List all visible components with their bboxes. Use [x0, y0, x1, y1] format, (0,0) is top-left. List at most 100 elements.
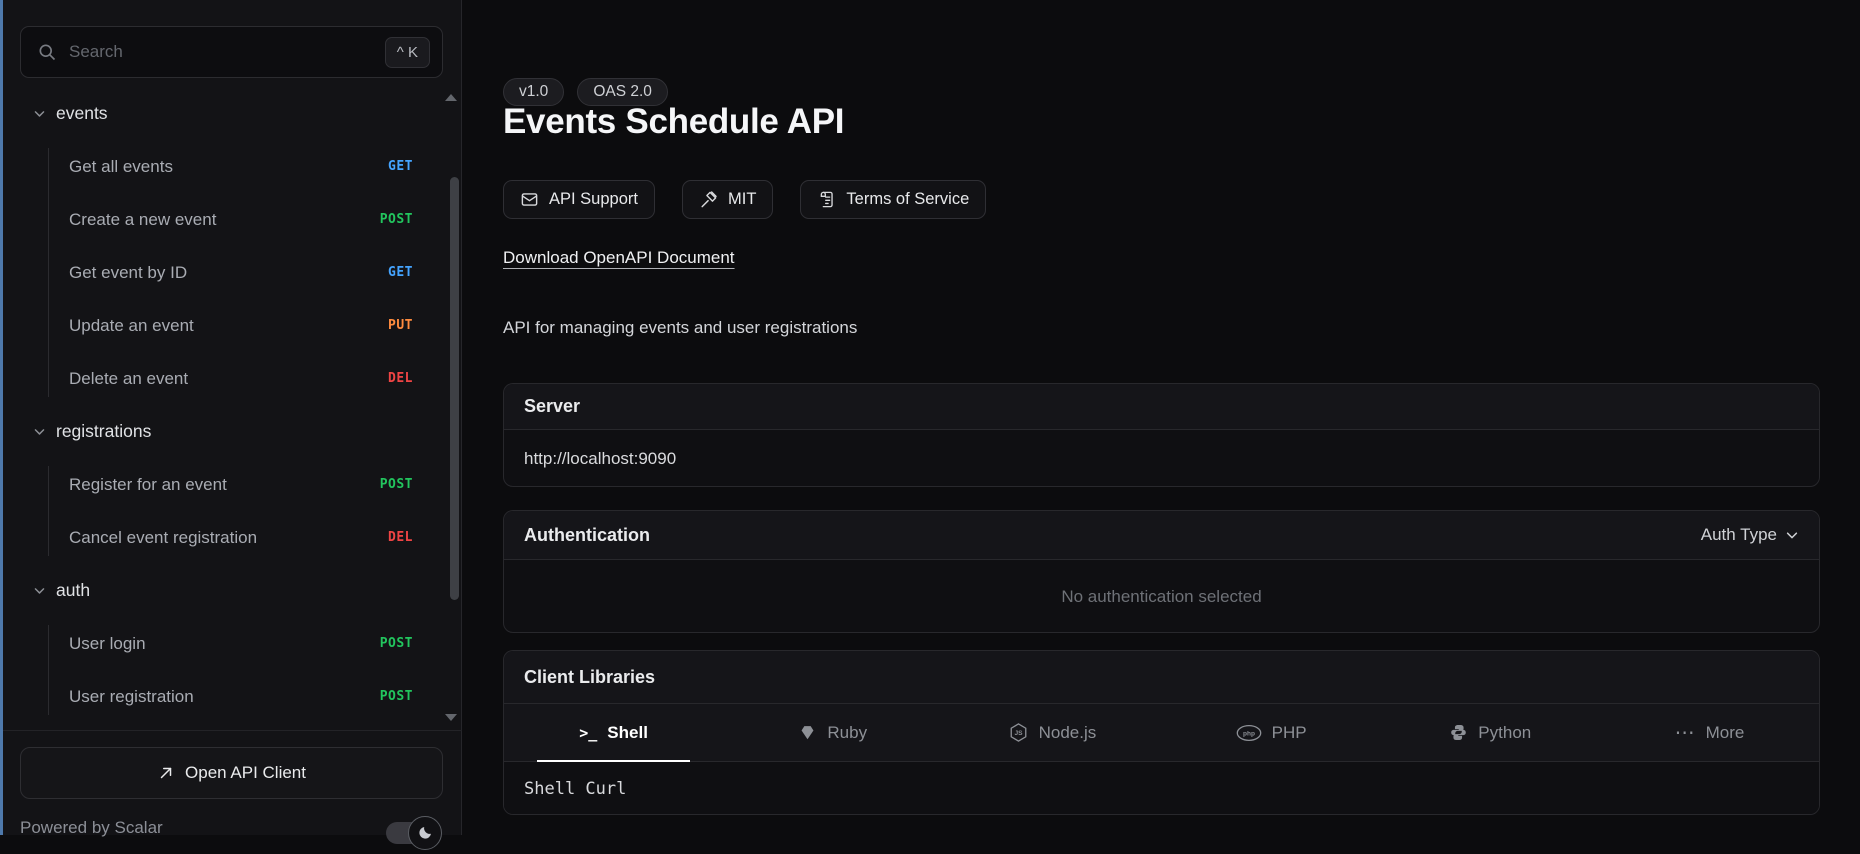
- sidebar-scrollbar[interactable]: [450, 177, 459, 600]
- mail-icon: [520, 190, 539, 209]
- sidebar-item[interactable]: Delete an event DEL: [3, 352, 462, 405]
- sidebar-item[interactable]: Get all events GET: [3, 140, 462, 193]
- shell-icon: >_: [579, 723, 598, 742]
- http-method-badge: POST: [379, 689, 413, 704]
- sidebar-section-items: Register for an event POST Cancel event re…: [3, 458, 462, 564]
- sidebar-item-label: User login: [69, 633, 146, 653]
- auth-type-dropdown[interactable]: Auth Type: [1701, 525, 1799, 545]
- sidebar: ^ K events Get all events GET Create a new …: [3, 0, 462, 850]
- sidebar-item-label: Get event by ID: [69, 262, 188, 282]
- server-url-row[interactable]: http://localhost:9090: [504, 430, 1819, 486]
- chevron-down-icon: [33, 584, 46, 597]
- server-heading: Server: [524, 396, 581, 416]
- meta-link-label: MIT: [727, 190, 757, 208]
- tab-label: Python: [1478, 722, 1532, 742]
- http-method-badge: DEL: [388, 530, 413, 545]
- sidebar-divider: [3, 730, 462, 731]
- meta-links-row: API Support MIT Terms of Service: [503, 180, 987, 219]
- client-libraries-heading: Client Libraries: [524, 666, 656, 687]
- meta-link-label: Terms of Service: [846, 190, 970, 208]
- tab-label: Ruby: [827, 722, 868, 742]
- powered-by-scalar-link[interactable]: Powered by Scalar: [20, 818, 163, 838]
- sidebar-section-label: auth: [56, 580, 91, 600]
- server-card-header: Server: [504, 384, 1819, 430]
- sidebar-item-label: Delete an event: [69, 368, 189, 388]
- license-icon: [699, 190, 718, 209]
- sidebar-section-label: events: [56, 103, 108, 123]
- main-content: v1.0 OAS 2.0 Events Schedule API API Supp…: [463, 0, 1860, 835]
- sidebar-nav: events Get all events GET Create a new even…: [3, 87, 462, 723]
- sidebar-item-label: Create a new event: [69, 209, 217, 229]
- authentication-card: Authentication Auth Type No authenticati…: [503, 510, 1820, 633]
- client-library-tabs: >_ Shell Ruby JS Node.js php PHP Python ⋯ More: [504, 704, 1819, 762]
- sidebar-item[interactable]: Get event by ID GET: [3, 246, 462, 299]
- tab-shell[interactable]: >_ Shell: [504, 704, 723, 762]
- search-shortcut-key: ^ K: [384, 36, 430, 68]
- tab-label: PHP: [1271, 722, 1307, 742]
- svg-text:JS: JS: [1014, 730, 1023, 737]
- sidebar-item-label: Update an event: [69, 315, 194, 335]
- tab-label: More: [1705, 722, 1745, 742]
- sidebar-item[interactable]: Create a new event POST: [3, 193, 462, 246]
- terms-icon: [817, 190, 836, 209]
- license-button[interactable]: MIT: [681, 180, 774, 219]
- sidebar-item[interactable]: User login POST: [3, 617, 462, 670]
- chevron-down-icon: [33, 107, 46, 120]
- http-method-badge: DEL: [388, 371, 413, 386]
- meta-link-label: API Support: [549, 190, 638, 208]
- php-icon: php: [1236, 724, 1262, 742]
- sidebar-item-label: Cancel event registration: [69, 527, 258, 547]
- download-openapi-link[interactable]: Download OpenAPI Document: [503, 248, 735, 268]
- authentication-heading: Authentication: [524, 524, 650, 545]
- auth-type-label: Auth Type: [1700, 525, 1777, 544]
- scroll-down-arrow[interactable]: [445, 714, 457, 722]
- api-description: API for managing events and user registr…: [503, 318, 858, 337]
- scroll-up-arrow[interactable]: [445, 94, 457, 102]
- open-api-client-label: Open API Client: [185, 763, 306, 782]
- search-icon: [37, 42, 57, 62]
- sidebar-item[interactable]: Update an event PUT: [3, 299, 462, 352]
- server-card: Server http://localhost:9090: [503, 383, 1820, 487]
- terms-of-service-button[interactable]: Terms of Service: [800, 180, 987, 219]
- http-method-badge: GET: [388, 265, 413, 280]
- code-example-label: Shell Curl: [504, 762, 1819, 814]
- search-bar[interactable]: ^ K: [20, 26, 443, 78]
- sidebar-item-label: Register for an event: [69, 474, 227, 494]
- page-title: Events Schedule API: [503, 102, 845, 141]
- sidebar-item[interactable]: Cancel event registration DEL: [3, 511, 462, 564]
- api-support-button[interactable]: API Support: [503, 180, 655, 219]
- sidebar-item-label: User registration: [69, 686, 194, 706]
- http-method-badge: POST: [379, 212, 413, 227]
- chevron-down-icon: [1785, 528, 1799, 542]
- sidebar-section-auth[interactable]: auth: [3, 564, 462, 617]
- tab-python[interactable]: Python: [1381, 704, 1600, 761]
- more-icon: ⋯: [1674, 721, 1696, 744]
- tab-more[interactable]: ⋯ More: [1600, 704, 1819, 761]
- tab-label: Shell: [607, 722, 648, 742]
- tab-php[interactable]: php PHP: [1162, 704, 1381, 761]
- external-link-icon: [157, 764, 175, 782]
- tab-nodejs[interactable]: JS Node.js: [942, 704, 1161, 761]
- open-api-client-button[interactable]: Open API Client: [20, 747, 443, 799]
- moon-icon: [408, 816, 442, 850]
- sidebar-item-label: Get all events: [69, 156, 173, 176]
- http-method-badge: POST: [379, 636, 413, 651]
- http-method-badge: PUT: [388, 318, 413, 333]
- ruby-icon: [798, 723, 817, 742]
- sidebar-section-items: User login POST User registration POST: [3, 617, 462, 723]
- dark-mode-toggle[interactable]: [386, 816, 442, 854]
- sidebar-item[interactable]: Register for an event POST: [3, 458, 462, 511]
- python-icon: [1449, 723, 1468, 742]
- chevron-down-icon: [33, 425, 46, 438]
- sidebar-section-registrations[interactable]: registrations: [3, 405, 462, 458]
- http-method-badge: GET: [388, 159, 413, 174]
- sidebar-section-label: registrations: [56, 421, 152, 441]
- sidebar-section-events[interactable]: events: [3, 87, 462, 140]
- nodejs-icon: JS: [1008, 722, 1029, 743]
- sidebar-item[interactable]: User registration POST: [3, 670, 462, 723]
- tab-ruby[interactable]: Ruby: [723, 704, 942, 761]
- tab-label: Node.js: [1038, 722, 1097, 742]
- sidebar-section-items: Get all events GET Create a new event POST G…: [3, 140, 462, 405]
- server-url: http://localhost:9090: [524, 448, 677, 468]
- search-input[interactable]: [69, 42, 385, 62]
